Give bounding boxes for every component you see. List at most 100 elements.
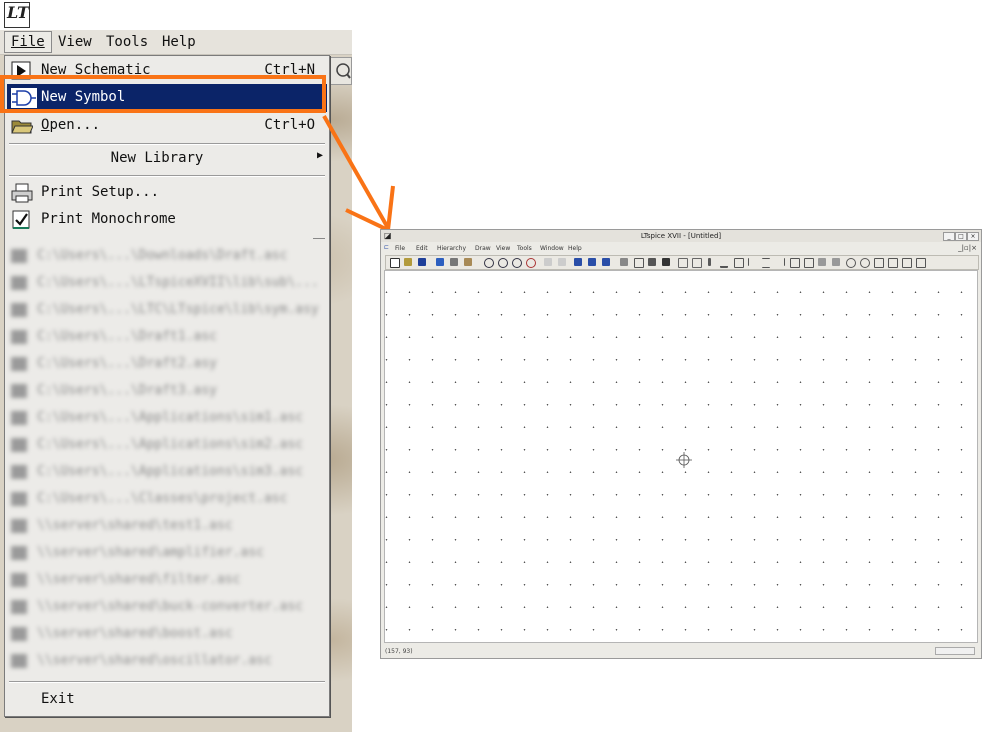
recent-file-item[interactable]: C:\Users\...\Downloads\Draft.asc	[7, 248, 325, 268]
mirror-icon[interactable]	[888, 258, 898, 268]
open-accel: Ctrl+O	[264, 117, 315, 133]
editor-menu-draw[interactable]: Draw	[475, 245, 491, 252]
autoscale-icon[interactable]	[544, 258, 552, 266]
recent-file-item[interactable]: C:\Users\...\LTC\LTspice\lib\sym.asy	[7, 302, 325, 322]
file-icon	[11, 356, 27, 371]
ltspice-logo-icon[interactable]: LT	[4, 2, 30, 28]
capacitor-icon[interactable]	[762, 258, 770, 268]
editor-menu-view[interactable]: View	[496, 245, 510, 252]
tile-horizontal-icon[interactable]	[574, 258, 582, 266]
symbol-drawing-canvas[interactable]	[384, 270, 978, 643]
recent-files-list: C:\Users\...\Downloads\Draft.asc C:\User…	[7, 242, 325, 676]
recent-file-item[interactable]: \\server\shared\boost.asc	[7, 626, 325, 646]
spice-directive-icon[interactable]	[916, 258, 926, 268]
run-icon[interactable]	[450, 258, 458, 266]
logo-text: LT	[7, 3, 29, 22]
new-schematic-icon[interactable]	[390, 258, 400, 268]
menu-item-open[interactable]: Open... Ctrl+O	[7, 113, 327, 139]
recent-file-item[interactable]: \\server\shared\buck-converter.asc	[7, 599, 325, 619]
recent-file-item[interactable]: C:\Users\...\Draft1.asc	[7, 329, 325, 349]
minimize-button[interactable]: _	[943, 232, 955, 241]
save-icon[interactable]	[418, 258, 426, 266]
print-setup-icon[interactable]	[678, 258, 688, 268]
label-net-icon[interactable]	[734, 258, 744, 268]
find-icon[interactable]	[662, 258, 670, 266]
file-icon	[11, 491, 27, 506]
tile-vertical-icon[interactable]	[602, 258, 610, 266]
recent-file-item[interactable]: \\server\shared\amplifier.asc	[7, 545, 325, 565]
toolbar-zoom-icon[interactable]	[330, 57, 352, 85]
menu-tools[interactable]: Tools	[100, 32, 154, 52]
recent-file-item[interactable]: \\server\shared\test1.asc	[7, 518, 325, 538]
ltspice-main-window: LT File View Tools Help New Schematic Ct…	[0, 0, 352, 732]
file-icon	[11, 275, 27, 290]
editor-menu-tools[interactable]: Tools	[517, 245, 532, 252]
mdi-window-controls[interactable]: _|▫|×	[958, 244, 977, 252]
undo-icon[interactable]	[846, 258, 856, 268]
recent-file-item[interactable]: \\server\shared\filter.asc	[7, 572, 325, 592]
editor-menu-help[interactable]: Help	[568, 245, 582, 252]
editor-toolbar	[385, 255, 979, 270]
new-symbol-label: New Symbol	[41, 89, 126, 105]
hierarchy-icon[interactable]	[436, 258, 444, 266]
rotate-icon[interactable]	[874, 258, 884, 268]
waveform-icon[interactable]	[558, 258, 566, 266]
menu-item-new-schematic[interactable]: New Schematic Ctrl+N	[7, 58, 327, 84]
recent-file-item[interactable]: C:\Users\...\Draft2.asy	[7, 356, 325, 376]
resistor-icon[interactable]	[748, 258, 757, 266]
print-icon[interactable]	[692, 258, 702, 268]
status-bar: (157, 93)	[381, 645, 981, 657]
recent-file-item[interactable]: C:\Users\...\LTspiceXVII\lib\sub\...	[7, 275, 325, 295]
editor-title-bar: ◪ LTspice XVII - [Untitled] _ □ ×	[381, 230, 981, 242]
cut-icon[interactable]	[620, 258, 628, 266]
menu-item-new-library[interactable]: New Library ▶	[7, 146, 327, 172]
text-icon[interactable]	[902, 258, 912, 268]
recent-file-item[interactable]: C:\Users\...\Draft3.asy	[7, 383, 325, 403]
menu-help[interactable]: Help	[156, 32, 202, 52]
redo-icon[interactable]	[860, 258, 870, 268]
menu-view[interactable]: View	[52, 32, 98, 52]
editor-menu-edit[interactable]: Edit	[416, 245, 428, 252]
recent-file-item[interactable]: C:\Users\...\Applications\sim1.asc	[7, 410, 325, 430]
maximize-button[interactable]: □	[955, 232, 967, 241]
recent-file-item[interactable]: C:\Users\...\Classes\project.asc	[7, 491, 325, 511]
drag-icon[interactable]	[832, 258, 840, 266]
menu-item-print-setup[interactable]: Print Setup...	[7, 180, 327, 206]
menu-tools-label: Tools	[106, 34, 149, 50]
close-button[interactable]: ×	[967, 232, 979, 241]
inductor-icon[interactable]	[776, 258, 785, 266]
wire-icon[interactable]	[708, 258, 711, 266]
ground-icon[interactable]	[720, 258, 728, 268]
paste-icon[interactable]	[648, 258, 656, 266]
open-label: Open...	[41, 117, 101, 133]
recent-file-item[interactable]: C:\Users\...\Applications\sim2.asc	[7, 437, 325, 457]
editor-menu-hierarchy[interactable]: Hierarchy	[437, 245, 466, 252]
recent-file-item[interactable]: \\server\shared\oscillator.asc	[7, 653, 325, 673]
cascade-icon[interactable]	[588, 258, 596, 266]
origin-crosshair-icon	[676, 452, 692, 468]
editor-menu-window[interactable]: Window	[540, 245, 564, 252]
editor-menu-file[interactable]: File	[395, 245, 405, 252]
checkbox-checked-icon[interactable]	[11, 210, 33, 230]
zoom-cancel-icon[interactable]	[526, 258, 536, 268]
diode-icon[interactable]	[790, 258, 800, 268]
menu-item-print-monochrome[interactable]: Print Monochrome	[7, 207, 327, 233]
component-icon[interactable]	[804, 258, 814, 268]
new-schematic-label: New Schematic	[41, 62, 151, 78]
zoom-out-icon[interactable]	[498, 258, 508, 268]
menu-item-new-symbol[interactable]: New Symbol	[7, 84, 327, 112]
zoom-in-icon[interactable]	[484, 258, 494, 268]
zoom-fit-icon[interactable]	[512, 258, 522, 268]
menu-item-exit[interactable]: Exit	[7, 687, 327, 713]
move-icon[interactable]	[818, 258, 826, 266]
hand-pan-icon[interactable]	[464, 258, 472, 266]
folder-open-icon[interactable]	[404, 258, 412, 266]
menu-file-label: File	[11, 34, 45, 50]
horizontal-scrollbar[interactable]	[935, 647, 975, 655]
cursor-coordinates: (157, 93)	[385, 648, 413, 655]
recent-file-item[interactable]: C:\Users\...\Applications\sim3.asc	[7, 464, 325, 484]
menu-file[interactable]: File	[4, 31, 52, 53]
editor-window-title: LTspice XVII - [Untitled]	[640, 232, 722, 240]
file-icon	[11, 545, 27, 560]
copy-icon[interactable]	[634, 258, 644, 268]
